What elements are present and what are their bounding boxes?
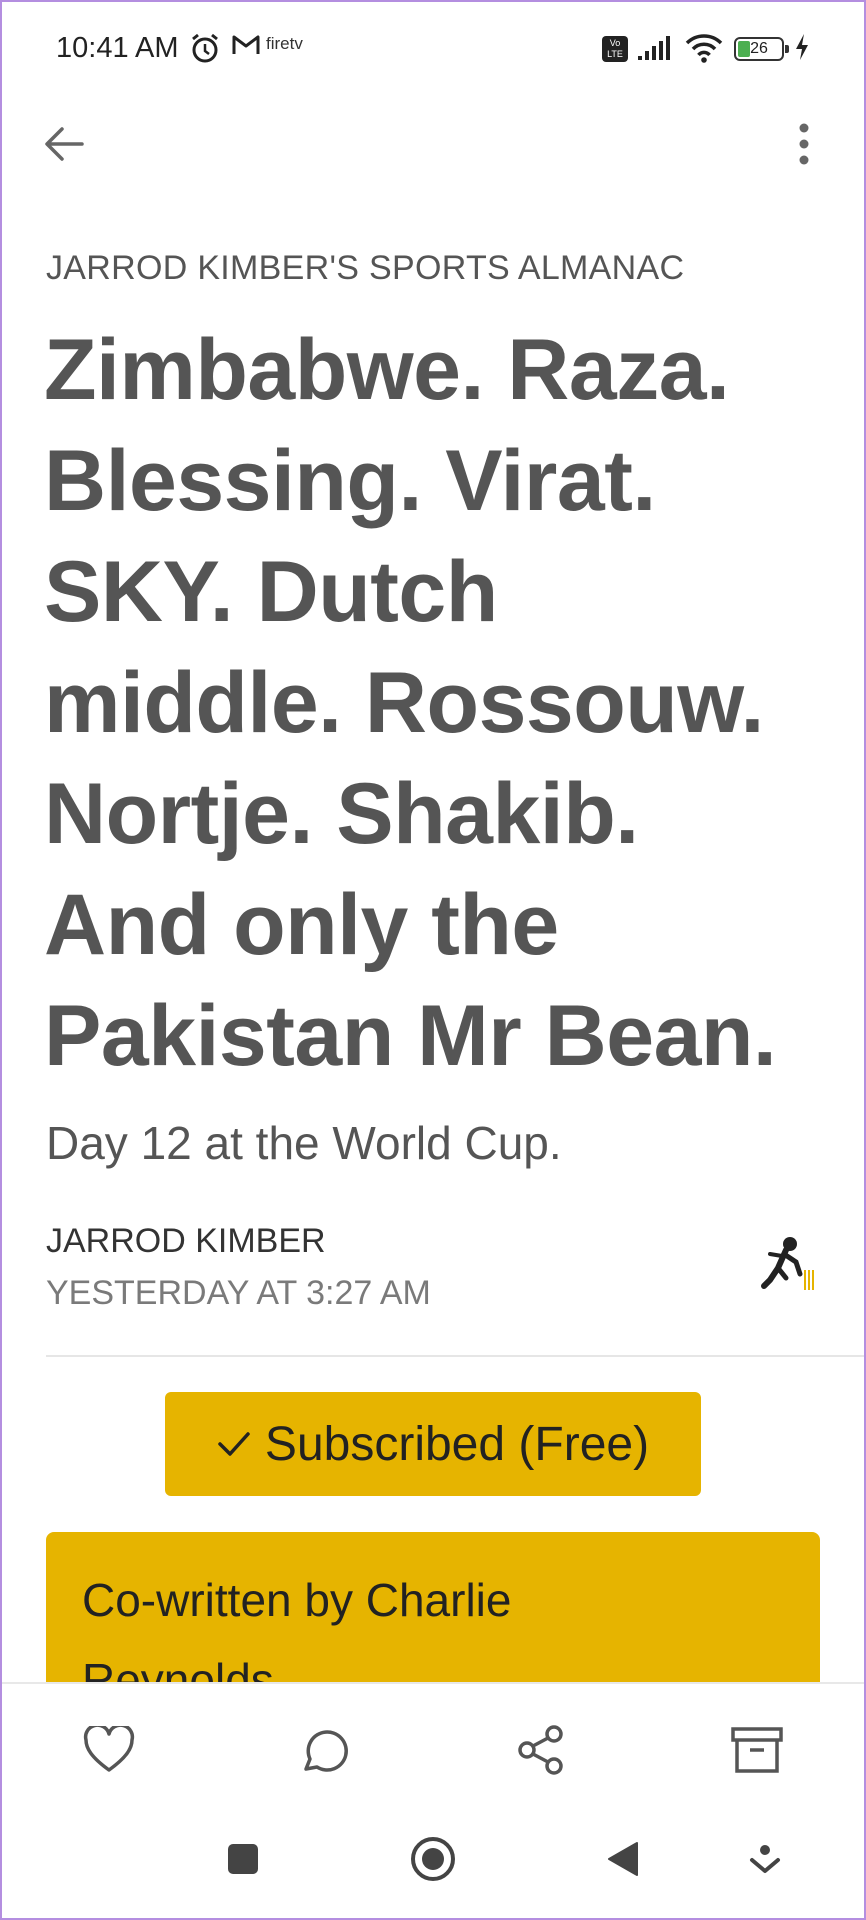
back-nav-button[interactable] bbox=[598, 1834, 648, 1884]
author-avatar[interactable] bbox=[756, 1234, 816, 1296]
more-vertical-icon bbox=[799, 123, 809, 165]
headline-line: Blessing. Virat. bbox=[44, 433, 656, 529]
volte-icon: Vo LTE bbox=[602, 36, 628, 62]
share-icon bbox=[518, 1725, 563, 1775]
battery-level: 26 bbox=[750, 40, 768, 57]
archive-icon bbox=[731, 1727, 783, 1773]
callout-line: Co-written by Charlie bbox=[82, 1574, 512, 1626]
home-circle-icon bbox=[411, 1837, 455, 1881]
article-subtitle: Day 12 at the World Cup. bbox=[46, 1117, 562, 1169]
comment-button[interactable] bbox=[295, 1720, 355, 1780]
publication-name[interactable]: JARROD KIMBER'S SPORTS ALMANAC bbox=[46, 249, 684, 288]
dropdown-icon bbox=[750, 1845, 780, 1873]
back-triangle-icon bbox=[608, 1842, 638, 1876]
status-bar: 10:41 AM firetv Vo LTE 26 bbox=[0, 0, 866, 96]
dropdown-button[interactable] bbox=[740, 1834, 790, 1884]
post-timestamp: YESTERDAY AT 3:27 AM bbox=[46, 1274, 431, 1312]
recents-square-icon bbox=[228, 1844, 258, 1874]
charging-icon bbox=[794, 33, 810, 66]
headline-line: middle. Rossouw. bbox=[44, 655, 764, 751]
gmail-icon bbox=[232, 34, 260, 61]
article-headline: Zimbabwe. Raza. Blessing. Virat. SKY. Du… bbox=[44, 315, 844, 1092]
headline-line: Nortje. Shakib. bbox=[44, 766, 639, 862]
headline-line: Zimbabwe. Raza. bbox=[44, 322, 730, 418]
comment-icon bbox=[304, 1730, 348, 1772]
check-icon bbox=[218, 1432, 250, 1456]
alarm-icon bbox=[190, 32, 220, 69]
battery-icon: 26 bbox=[734, 37, 789, 61]
status-time: 10:41 AM bbox=[56, 32, 179, 64]
subscribed-label: Subscribed (Free) bbox=[264, 1417, 650, 1471]
heart-icon bbox=[83, 1726, 135, 1772]
author-name[interactable]: JARROD KIMBER bbox=[46, 1222, 326, 1261]
article-action-bar bbox=[0, 1682, 866, 1812]
signal-icon bbox=[636, 34, 674, 67]
subscribed-button[interactable]: Subscribed (Free) bbox=[165, 1392, 701, 1496]
headline-line: And only the bbox=[44, 877, 559, 973]
recents-button[interactable] bbox=[218, 1834, 268, 1884]
callout-line: Reynolds bbox=[82, 1654, 274, 1682]
co-written-callout: Co-written by Charlie Reynolds bbox=[46, 1532, 820, 1682]
arrow-left-icon bbox=[45, 127, 84, 161]
firetv-icon: firetv bbox=[266, 34, 303, 53]
wifi-icon bbox=[684, 32, 724, 69]
back-button[interactable] bbox=[40, 120, 88, 168]
more-options-button[interactable] bbox=[780, 120, 828, 168]
like-button[interactable] bbox=[79, 1720, 139, 1780]
header-divider bbox=[46, 1355, 866, 1357]
archive-button[interactable] bbox=[727, 1720, 787, 1780]
share-button[interactable] bbox=[511, 1720, 571, 1780]
system-nav-bar bbox=[0, 1812, 866, 1920]
headline-line: SKY. Dutch bbox=[44, 544, 498, 640]
headline-line: Pakistan Mr Bean. bbox=[44, 988, 777, 1084]
home-button[interactable] bbox=[408, 1834, 458, 1884]
